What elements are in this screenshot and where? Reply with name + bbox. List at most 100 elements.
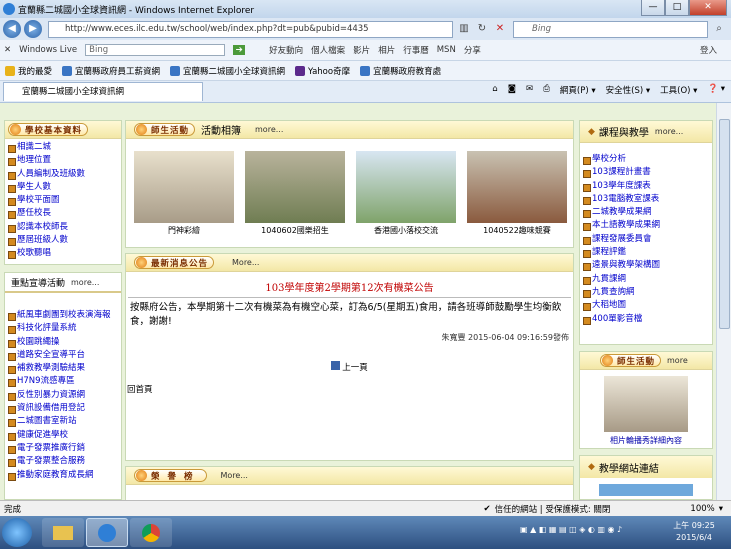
live-item-3[interactable]: 相片 [378,44,395,56]
photo-0[interactable] [134,151,234,223]
list-item[interactable]: 遠景與教學架構圖 [580,259,712,272]
signin-link[interactable]: 登入 [700,44,717,56]
live-item-0[interactable]: 好友動向 [269,44,303,56]
news-more-link[interactable]: More... [232,258,259,267]
list-item[interactable]: 學校平面圖 [5,194,121,207]
list-item[interactable]: 認識本校師長 [5,221,121,234]
tab-current[interactable]: 宜蘭縣二城國小全球資訊網 [3,82,203,101]
tools-menu[interactable]: 工具(O) ▾ [660,84,697,96]
course-more-link[interactable]: more... [655,127,683,136]
help-menu[interactable]: ❓ ▾ [707,84,725,96]
photo-caption[interactable]: 1040602國樂招生 [245,225,345,236]
ie-taskbar-icon[interactable] [86,518,128,547]
links-banner[interactable] [599,484,693,496]
list-item[interactable]: 400單影音檔 [580,313,712,326]
back-button[interactable]: ◀ [3,20,21,38]
live-item-4[interactable]: 行事曆 [403,44,429,56]
search-box[interactable]: Bing [513,20,708,38]
list-item[interactable]: H7N9流感專區 [5,375,121,388]
forward-button[interactable]: ▶ [24,20,42,38]
favorites-button[interactable]: 我的最愛 [5,65,52,77]
feeds-icon[interactable]: ◙ [508,84,516,96]
chrome-taskbar-icon[interactable] [130,518,172,547]
list-item[interactable]: 資訊設備借用登記 [5,402,121,415]
list-item[interactable]: 歷任校長 [5,207,121,220]
print-icon[interactable]: ⎙ [543,84,550,96]
zoom-level[interactable]: 100% [690,504,714,514]
list-item[interactable]: 校歌聽唱 [5,247,121,260]
home-icon[interactable]: ⌂ [492,84,497,96]
list-item[interactable]: 校園跳繩操 [5,336,121,349]
list-item[interactable]: 103課程計畫書 [580,166,712,179]
zoom-dropdown-icon[interactable]: ▾ [719,504,723,514]
list-item[interactable]: 電子發票整合服務 [5,455,121,468]
photo-1[interactable] [245,151,345,223]
prev-page-link[interactable]: 上一頁 [126,361,573,373]
photo-caption[interactable]: 香港國小落校交流 [356,225,456,236]
windows-live-brand[interactable]: Windows Live [19,45,77,55]
list-item[interactable]: 九貫查詢網 [580,286,712,299]
list-item[interactable]: 二城教學成果網 [580,206,712,219]
list-item[interactable]: 103學年度課表 [580,180,712,193]
activity-more-link[interactable]: more... [255,125,283,134]
slideshow-photo[interactable] [604,376,688,432]
photo-2[interactable] [356,151,456,223]
list-item[interactable]: 紙風車劇團到校表演海報 [5,309,121,322]
honor-more-link[interactable]: More... [221,471,248,480]
list-item[interactable]: 學生人數 [5,181,121,194]
list-item[interactable]: 推動家庭教育成長網 [5,469,121,482]
minimize-button[interactable]: — [641,0,665,16]
list-item[interactable]: 課程發展委員會 [580,233,712,246]
address-bar[interactable]: http://www.eces.ilc.edu.tw/school/web/in… [48,20,453,38]
live-search-input[interactable]: Bing [85,44,226,56]
list-item[interactable]: 本土語教學成果網 [580,219,712,232]
mail-icon[interactable]: ✉ [526,84,533,96]
page-menu[interactable]: 網頁(P) ▾ [560,84,596,96]
fav-item-0[interactable]: 宜蘭縣政府員工薪資網 [62,65,160,77]
tray-icons[interactable]: ▣ ▲ ◧ ▦ ▤ ◫ ◈ ◐ ▥ ◉ ♪ [520,525,622,534]
safety-menu[interactable]: 安全性(S) ▾ [606,84,651,96]
explorer-taskbar-icon[interactable] [42,518,84,547]
fav-item-2[interactable]: Yahoo奇摩 [295,65,350,77]
list-item[interactable]: 地理位置 [5,154,121,167]
live-item-5[interactable]: MSN [437,45,456,55]
toolbar-close-icon[interactable]: ✕ [4,45,11,55]
live-search-go-icon[interactable]: ➔ [233,45,246,55]
list-item[interactable]: 健康促進學校 [5,429,121,442]
close-button[interactable]: ✕ [689,0,727,16]
photo-caption[interactable]: 門神彩繪 [134,225,234,236]
scroll-thumb[interactable] [719,119,730,329]
list-item[interactable]: 反性別暴力資源網 [5,389,121,402]
live-item-6[interactable]: 分享 [464,44,481,56]
compat-icon[interactable]: ▥ [457,22,471,36]
list-item[interactable]: 人員編制及班級數 [5,168,121,181]
list-item[interactable]: 科技化評量系統 [5,322,121,335]
maximize-button[interactable]: □ [665,0,689,16]
list-item[interactable]: 103電腦教室課表 [580,193,712,206]
list-item[interactable]: 電子發票推廣行銷 [5,442,121,455]
list-item[interactable]: 大稻地圖 [580,299,712,312]
list-item[interactable]: 補救教學測驗結果 [5,362,121,375]
refresh-icon[interactable]: ↻ [475,22,489,36]
right-activity-more-link[interactable]: more [667,356,688,365]
clock[interactable]: 上午 09:25 2015/6/4 [664,520,724,544]
stop-icon[interactable]: ✕ [493,22,507,36]
list-item[interactable]: 九貫課綱 [580,273,712,286]
list-item[interactable]: 課程評鑑 [580,246,712,259]
live-item-1[interactable]: 個人檔案 [311,44,345,56]
photo-caption[interactable]: 1040522趣味競賽 [467,225,567,236]
list-item[interactable]: 道路安全宣導平台 [5,349,121,362]
fav-item-3[interactable]: 宜蘭縣政府教育處 [360,65,441,77]
vertical-scrollbar[interactable] [716,103,731,500]
list-item[interactable]: 歷屆班級人數 [5,234,121,247]
list-item[interactable]: 相識二城 [5,141,121,154]
list-item[interactable]: 二城圖書室新站 [5,415,121,428]
slideshow-caption[interactable]: 相片輪播秀詳細內容 [580,435,712,446]
home-link[interactable]: 回首頁 [127,383,573,395]
search-icon[interactable]: ⌕ [712,22,726,36]
promo-more-link[interactable]: more... [71,278,99,287]
list-item[interactable]: 學校分析 [580,153,712,166]
photo-3[interactable] [467,151,567,223]
fav-item-1[interactable]: 宜蘭縣二城國小全球資訊網 [170,65,285,77]
start-button[interactable] [2,518,32,547]
